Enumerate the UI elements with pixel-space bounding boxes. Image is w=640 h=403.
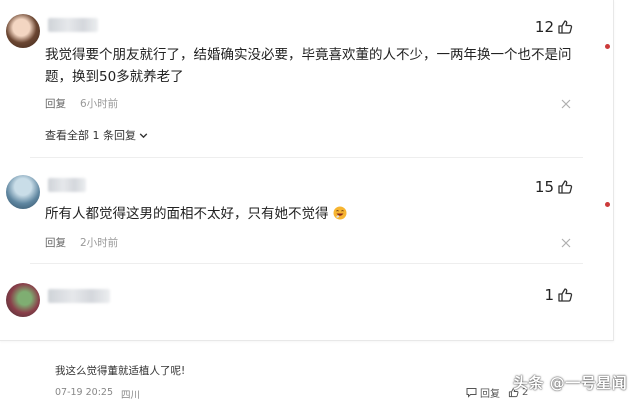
like-count: 1 — [544, 286, 554, 304]
username-blurred[interactable] — [48, 178, 86, 192]
reply-location: 四川 — [121, 390, 141, 401]
avatar[interactable] — [6, 175, 40, 209]
menu-dot — [605, 202, 610, 207]
reply-date: 07-19 20:25 — [55, 387, 114, 398]
comment-text: 所有人都觉得这男的面相不太好，只有她不觉得 — [45, 203, 585, 225]
comments-card: 12 我觉得要个朋友就行了，结婚确实没必要，毕竟喜欢董的人不少，一两年换一个也不… — [0, 0, 614, 341]
timestamp: 2小时前 — [80, 237, 119, 249]
watermark: 头条 @一号星闻 — [513, 374, 628, 392]
comment-text-content: 所有人都觉得这男的面相不太好，只有她不觉得 — [45, 206, 329, 222]
reply-meta: 07-19 20:25 四川 — [55, 387, 140, 401]
like-button[interactable]: 12 — [535, 18, 573, 36]
view-all-label: 查看全部 1 条回复 — [45, 129, 136, 142]
avatar[interactable] — [6, 14, 40, 48]
like-count: 15 — [534, 178, 554, 196]
timestamp: 6小时前 — [80, 98, 119, 110]
chevron-down-icon — [139, 132, 148, 138]
comment-text: 我觉得要个朋友就行了，结婚确实没必要，毕竟喜欢董的人不少，一两年换一个也不是问题… — [45, 47, 572, 85]
username-blurred[interactable] — [48, 18, 98, 32]
close-icon[interactable] — [561, 99, 571, 109]
thumbs-up-icon — [558, 20, 573, 34]
comment-meta: 回复 2小时前 — [45, 235, 118, 250]
reply-button[interactable]: 回复 — [45, 235, 66, 250]
reply-button[interactable]: 回复 — [466, 385, 500, 400]
like-count: 12 — [534, 18, 554, 36]
comment-meta: 回复 6小时前 — [45, 96, 118, 111]
comment-icon — [466, 388, 477, 398]
like-button[interactable]: 15 — [535, 178, 573, 196]
reply-label: 回复 — [480, 389, 500, 400]
like-button[interactable]: 1 — [544, 286, 573, 304]
avatar[interactable] — [6, 283, 40, 317]
divider — [30, 157, 583, 158]
view-all-replies-button[interactable]: 查看全部 1 条回复 — [45, 127, 149, 143]
menu-dot — [605, 44, 610, 49]
username-blurred[interactable] — [48, 289, 110, 303]
thumbs-up-icon — [558, 180, 573, 194]
thumbs-up-icon — [558, 288, 573, 302]
reply-text: 我这么觉得董就适植人了呢! — [55, 365, 186, 377]
divider — [30, 263, 583, 264]
close-icon[interactable] — [561, 238, 571, 248]
reply-button[interactable]: 回复 — [45, 96, 66, 111]
laughing-emoji-icon — [333, 206, 347, 220]
